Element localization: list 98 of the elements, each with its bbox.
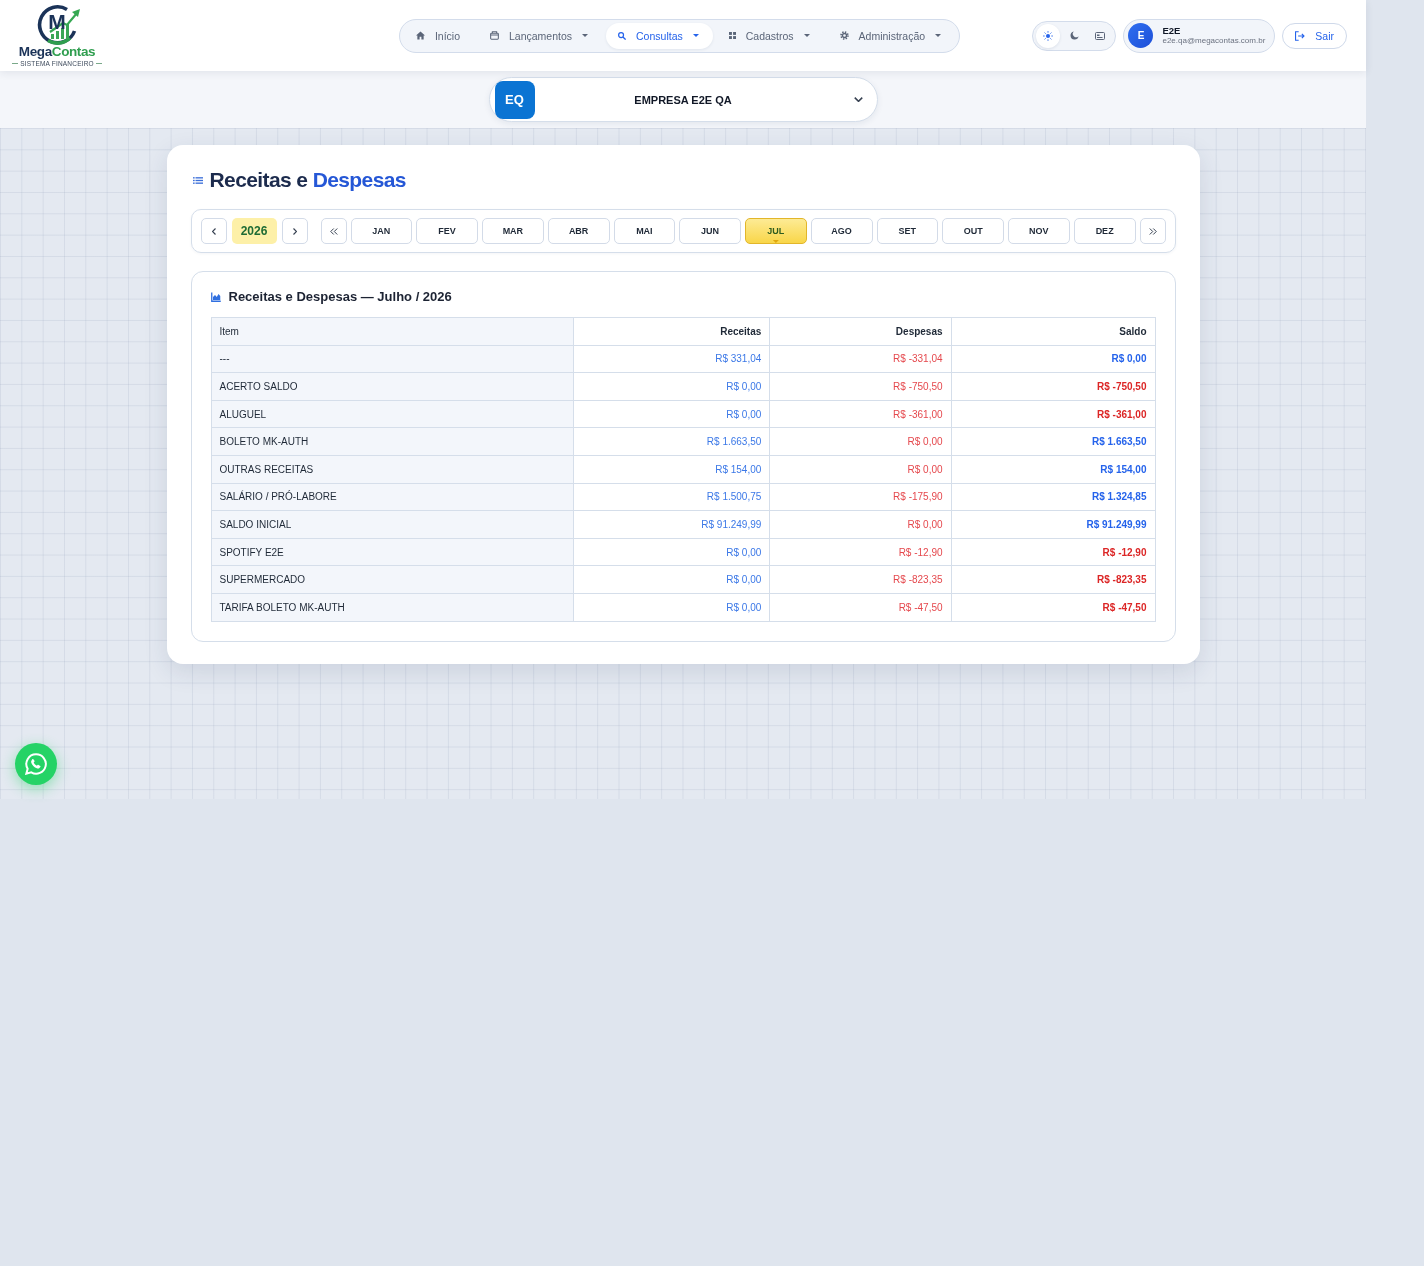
search-icon [618, 31, 627, 40]
column-header: Item [211, 317, 574, 346]
table-cell: R$ -47,50 [951, 593, 1155, 622]
avatar: E [1128, 23, 1154, 48]
table-cell: R$ 0,00 [951, 345, 1155, 373]
table-cell: R$ 0,00 [769, 510, 952, 539]
home-icon [415, 31, 425, 40]
company-initials: EQ [494, 80, 535, 119]
table-cell: R$ 0,00 [573, 593, 770, 622]
month-tab[interactable]: MAR [482, 218, 544, 244]
month-tab[interactable]: AGO [810, 218, 873, 244]
area-chart-icon [210, 292, 221, 302]
table-cell: R$ -12,90 [951, 538, 1155, 566]
double-chevron-left-icon [329, 227, 338, 235]
table-cell: R$ -175,90 [769, 483, 952, 511]
table-cell: SALÁRIO / PRÓ-LABORE [211, 483, 574, 511]
table-cell: SPOTIFY E2E [211, 538, 574, 566]
table-cell: R$ 154,00 [951, 455, 1155, 484]
nav-item[interactable]: Administração [827, 22, 956, 49]
table-cell: R$ 91.249,99 [573, 510, 770, 539]
grid-icon [728, 32, 736, 39]
month-tab[interactable]: NOV [1008, 218, 1070, 244]
month-tab[interactable]: JUN [679, 218, 741, 244]
sun-icon [1043, 30, 1054, 41]
user-menu[interactable]: E E2E e2e.qa@megacontas.com.br [1123, 18, 1276, 53]
chevron-right-icon [292, 227, 297, 235]
table-cell: OUTRAS RECEITAS [211, 455, 574, 484]
nav-item[interactable]: Consultas [606, 22, 713, 49]
phone-bubble-icon [25, 753, 47, 775]
logout-icon [1295, 30, 1306, 41]
table-cell: R$ 331,04 [573, 345, 770, 373]
table-cell: R$ -823,35 [951, 565, 1155, 594]
year-label: 2026 [231, 218, 277, 244]
next-month-button[interactable] [1139, 218, 1166, 244]
user-email: e2e.qa@megacontas.com.br [1162, 36, 1266, 46]
table-cell: R$ 0,00 [769, 427, 952, 456]
table-cell: R$ 91.249,99 [951, 510, 1155, 539]
table-cell: R$ -331,04 [769, 345, 952, 373]
page-title: Receitas e Despesas [209, 169, 406, 191]
table-cell: R$ 0,00 [573, 372, 770, 401]
chat-button[interactable] [15, 743, 57, 785]
table-cell: R$ 0,00 [573, 565, 770, 594]
user-name: E2E [1162, 25, 1182, 36]
table-cell: R$ 0,00 [573, 538, 770, 566]
table-cell: R$ -47,50 [769, 593, 952, 622]
settings-icon [839, 31, 849, 40]
double-chevron-right-icon [1148, 227, 1157, 235]
table-cell: R$ -12,90 [769, 538, 952, 566]
table-cell: R$ 154,00 [573, 455, 770, 484]
next-year-button[interactable] [281, 218, 308, 244]
company-name: EMPRESA E2E QA [633, 93, 733, 106]
previous-month-button[interactable] [320, 218, 347, 244]
table-cell: R$ 1.663,50 [951, 427, 1155, 456]
id-card-icon [1095, 31, 1106, 40]
logo-wordmark: MegaContas [18, 44, 96, 59]
nav-item[interactable]: Cadastros [716, 22, 824, 49]
table-cell: SALDO INICIAL [211, 510, 574, 539]
table-cell: R$ -750,50 [769, 372, 952, 401]
table-cell: BOLETO MK-AUTH [211, 427, 574, 456]
table-cell: R$ 1.663,50 [573, 427, 770, 456]
list-icon [192, 176, 203, 184]
table-cell: --- [211, 345, 574, 373]
column-header: Receitas [573, 317, 770, 346]
table-cell: SUPERMERCADO [211, 565, 574, 594]
month-tab[interactable]: MAI [613, 218, 676, 244]
report-title: Receitas e Despesas — Julho / 2026 [228, 289, 452, 305]
table-cell: R$ 0,00 [769, 455, 952, 484]
table-cell: R$ 1.500,75 [573, 483, 770, 511]
month-tab[interactable]: JUL [745, 218, 807, 244]
nav-item[interactable]: Lançamentos [478, 22, 603, 49]
column-header: Despesas [769, 317, 952, 346]
logo-emblem-icon [36, 3, 82, 46]
month-tab[interactable]: ABR [547, 218, 610, 244]
moon-icon [1069, 31, 1079, 40]
table-cell: R$ -823,35 [769, 565, 952, 594]
previous-year-button[interactable] [200, 218, 227, 244]
logo-letter: M [47, 10, 67, 33]
table-cell: ALUGUEL [211, 400, 574, 428]
table-cell: R$ 0,00 [573, 400, 770, 428]
column-header: Saldo [951, 317, 1155, 346]
month-tab[interactable]: SET [876, 218, 939, 244]
theme-button[interactable] [1036, 23, 1061, 48]
month-tab[interactable]: FEV [416, 218, 478, 244]
nav-item[interactable]: Início [403, 22, 474, 49]
table-cell: R$ 1.324,85 [951, 483, 1155, 511]
month-tab[interactable]: JAN [350, 218, 413, 244]
chevron-down-icon [853, 97, 863, 102]
month-tab[interactable]: DEZ [1073, 218, 1136, 244]
table-cell: R$ -361,00 [769, 400, 952, 428]
table-cell: R$ -750,50 [951, 372, 1155, 401]
logout-button[interactable]: Sair [1282, 22, 1347, 49]
chevron-left-icon [211, 227, 216, 235]
table-cell: R$ -361,00 [951, 400, 1155, 428]
briefcase-icon [490, 31, 499, 40]
table-cell: TARIFA BOLETO MK-AUTH [211, 593, 574, 622]
company-selector[interactable]: EQ EMPRESA E2E QA [488, 77, 878, 122]
table-cell: ACERTO SALDO [211, 372, 574, 401]
month-tab[interactable]: OUT [942, 218, 1004, 244]
